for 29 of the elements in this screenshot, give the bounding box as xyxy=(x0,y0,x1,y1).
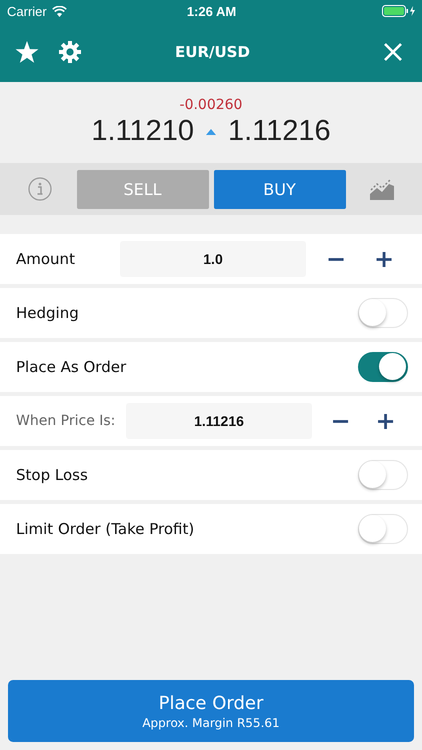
settings-icon[interactable] xyxy=(59,41,81,63)
price-change: -0.00260 xyxy=(180,97,242,113)
plus-button[interactable]: + xyxy=(360,245,408,273)
row-label: Amount xyxy=(16,250,76,268)
row-label: When Price Is: xyxy=(16,413,116,429)
battery-icon xyxy=(382,5,416,17)
sell-price: 1.11210 xyxy=(91,115,194,148)
value-field[interactable]: 1.11216 xyxy=(126,403,312,439)
star-icon[interactable] xyxy=(15,40,39,64)
wifi-icon xyxy=(52,6,67,16)
minus-button[interactable]: − xyxy=(312,245,360,273)
plus-button[interactable]: + xyxy=(363,407,408,435)
row-label: Stop Loss xyxy=(16,466,89,484)
side-button[interactable]: BUY xyxy=(214,170,346,208)
place-order-button[interactable]: Place Order Approx. Margin R55.61 xyxy=(8,680,414,742)
carrier-name: Carrier xyxy=(7,4,47,18)
row-label: Place As Order xyxy=(16,358,128,376)
up-triangle-icon xyxy=(206,128,216,134)
chart-icon[interactable] xyxy=(370,178,394,200)
pair-title: EUR/USD xyxy=(175,43,250,61)
close-icon[interactable] xyxy=(384,43,402,61)
value-field[interactable]: 1.0 xyxy=(120,241,306,277)
buy-price: 1.11216 xyxy=(228,115,331,148)
status-time: 1:26 AM xyxy=(186,4,236,18)
row-label: Hedging xyxy=(16,304,80,322)
row-label: Limit Order (Take Profit) xyxy=(16,520,196,538)
minus-button[interactable]: − xyxy=(318,407,363,435)
toggle-switch[interactable] xyxy=(358,352,408,382)
info-icon[interactable] xyxy=(28,177,52,201)
